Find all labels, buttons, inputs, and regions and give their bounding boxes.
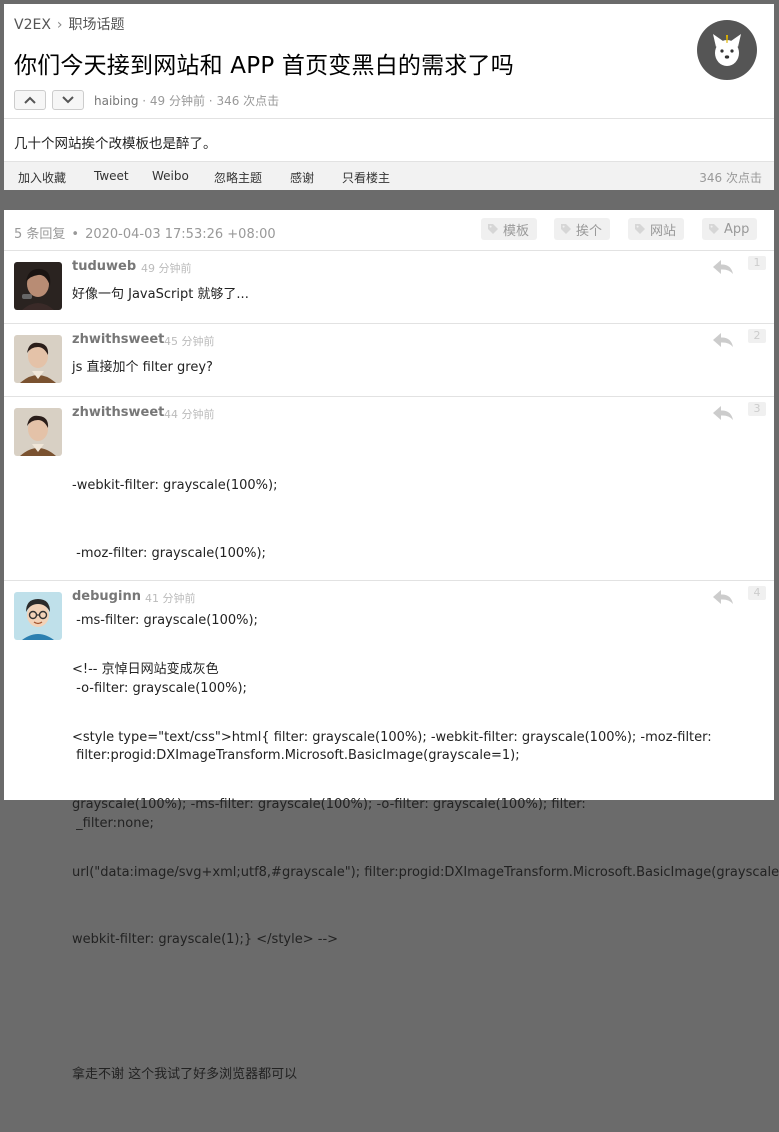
reply-time: 44 分钟前 <box>164 408 215 421</box>
tag-template[interactable]: 模板 <box>481 218 538 240</box>
author-avatar[interactable] <box>697 20 757 80</box>
reply-time: 41 分钟前 <box>145 592 196 605</box>
tag-website[interactable]: 网站 <box>628 218 685 240</box>
weibo-button[interactable]: Weibo <box>152 169 189 183</box>
reply-content: js 直接加个 filter grey? <box>72 357 762 380</box>
avatar[interactable] <box>14 262 62 310</box>
reply-item: debuginn 41 分钟前 <!-- 京悼日网站变成灰色 <style ty… <box>4 580 779 1082</box>
reply-line: 好像一句 JavaScript 就够了... <box>72 287 249 302</box>
avatar[interactable] <box>14 592 62 640</box>
downvote-button[interactable] <box>52 90 84 110</box>
reply-line: <style type="text/css">html{ filter: gra… <box>72 729 712 745</box>
reply-line: webkit-filter: grayscale(1);} </style> -… <box>72 932 339 947</box>
topic-title: 你们今天接到网站和 APP 首页变黑白的需求了吗 <box>14 53 514 79</box>
reply-line: js 直接加个 filter grey? <box>72 360 213 375</box>
reply-count: 5 条回复 <box>14 227 66 242</box>
avatar[interactable] <box>14 335 62 383</box>
topic-box: V2EX › 职场话题 你们今天接到网站和 APP 首页变黑白的需求了吗 haibi… <box>4 4 774 190</box>
reply-item: zhwithsweet 44 分钟前 -webkit-filter: grays… <box>4 396 774 831</box>
reply-content: 好像一句 JavaScript 就够了... <box>72 284 762 307</box>
dog-avatar-icon <box>713 34 741 66</box>
ignore-topic-button[interactable]: 忽略主题 <box>214 169 262 186</box>
thank-button[interactable]: 感谢 <box>290 169 314 186</box>
reply-time: 49 分钟前 <box>141 262 192 275</box>
reply-line <box>72 997 762 1020</box>
tag-icon <box>709 224 719 234</box>
floor-number: 4 <box>748 586 766 600</box>
tweet-button[interactable]: Tweet <box>94 169 129 183</box>
topic-meta: haibing · 49 分钟前 · 346 次点击 <box>94 92 279 109</box>
topic-content: 几十个网站挨个改模板也是醉了。 <box>14 136 217 152</box>
tag-icon <box>635 224 645 234</box>
floor-number: 2 <box>748 329 766 343</box>
reply-line: -moz-filter: grayscale(100%); <box>72 545 266 561</box>
replies-header: 5 条回复 • 2020-04-03 17:53:26 +08:00 <box>14 223 276 242</box>
reply-username[interactable]: tuduweb <box>72 259 136 274</box>
author-link[interactable]: haibing <box>94 94 138 108</box>
reply-line: grayscale(100%); -ms-filter: grayscale(1… <box>72 797 586 812</box>
reply-line: -webkit-filter: grayscale(100%); <box>72 478 278 493</box>
reply-arrow-icon[interactable] <box>712 259 734 275</box>
only-op-button[interactable]: 只看楼主 <box>342 169 390 186</box>
favorite-button[interactable]: 加入收藏 <box>18 169 66 186</box>
reply-username[interactable]: zhwithsweet <box>72 405 164 420</box>
tag-label: 网站 <box>650 223 677 239</box>
tag-label: 挨个 <box>576 223 603 239</box>
last-reply-datetime: 2020-04-03 17:53:26 +08:00 <box>85 227 276 242</box>
reply-username[interactable]: debuginn <box>72 589 141 604</box>
chevron-up-icon <box>24 96 36 104</box>
reply-item: tuduweb 49 分钟前 好像一句 JavaScript 就够了... 1 <box>4 250 774 324</box>
topic-meta-time-hits: · 49 分钟前 · 346 次点击 <box>138 94 280 108</box>
tag-icon <box>561 224 571 234</box>
avatar[interactable] <box>14 408 62 456</box>
tag-app[interactable]: App <box>702 218 758 240</box>
breadcrumb-separator: › <box>56 17 63 33</box>
reply-item: zhwithsweet 45 分钟前 js 直接加个 filter grey? … <box>4 323 774 397</box>
reply-arrow-icon[interactable] <box>712 405 734 421</box>
chevron-down-icon <box>62 96 74 104</box>
tag-label: 模板 <box>503 223 530 239</box>
breadcrumb-node-link[interactable]: 职场话题 <box>69 17 125 33</box>
reply-line: 拿走不谢 这个我试了好多浏览器都可以 <box>72 1067 298 1082</box>
floor-number: 1 <box>748 256 766 270</box>
tag-one-by-one[interactable]: 挨个 <box>554 218 611 240</box>
breadcrumb: V2EX › 职场话题 <box>14 14 125 34</box>
reply-username[interactable]: zhwithsweet <box>72 332 164 347</box>
reply-content: <!-- 京悼日网站变成灰色 <style type="text/css">ht… <box>72 614 779 1132</box>
reply-arrow-icon[interactable] <box>712 589 734 605</box>
tag-label: App <box>724 221 750 237</box>
upvote-button[interactable] <box>14 90 46 110</box>
reply-line: <!-- 京悼日网站变成灰色 <box>72 662 219 677</box>
reply-time: 45 分钟前 <box>164 335 215 348</box>
breadcrumb-home-link[interactable]: V2EX <box>14 17 51 33</box>
hit-count: 346 次点击 <box>699 171 762 185</box>
replies-box: 5 条回复 • 2020-04-03 17:53:26 +08:00 模板 挨个 网… <box>4 210 779 1082</box>
separator-dot: • <box>71 227 80 242</box>
reply-arrow-icon[interactable] <box>712 332 734 348</box>
reply-line: url("data:image/svg+xml;utf8,#grayscale"… <box>72 864 779 880</box>
tag-icon <box>488 224 498 234</box>
topic-action-bar: 加入收藏 Tweet Weibo 忽略主题 感谢 只看楼主 346 次点击 <box>4 161 774 190</box>
divider <box>4 118 774 119</box>
floor-number: 3 <box>748 402 766 416</box>
